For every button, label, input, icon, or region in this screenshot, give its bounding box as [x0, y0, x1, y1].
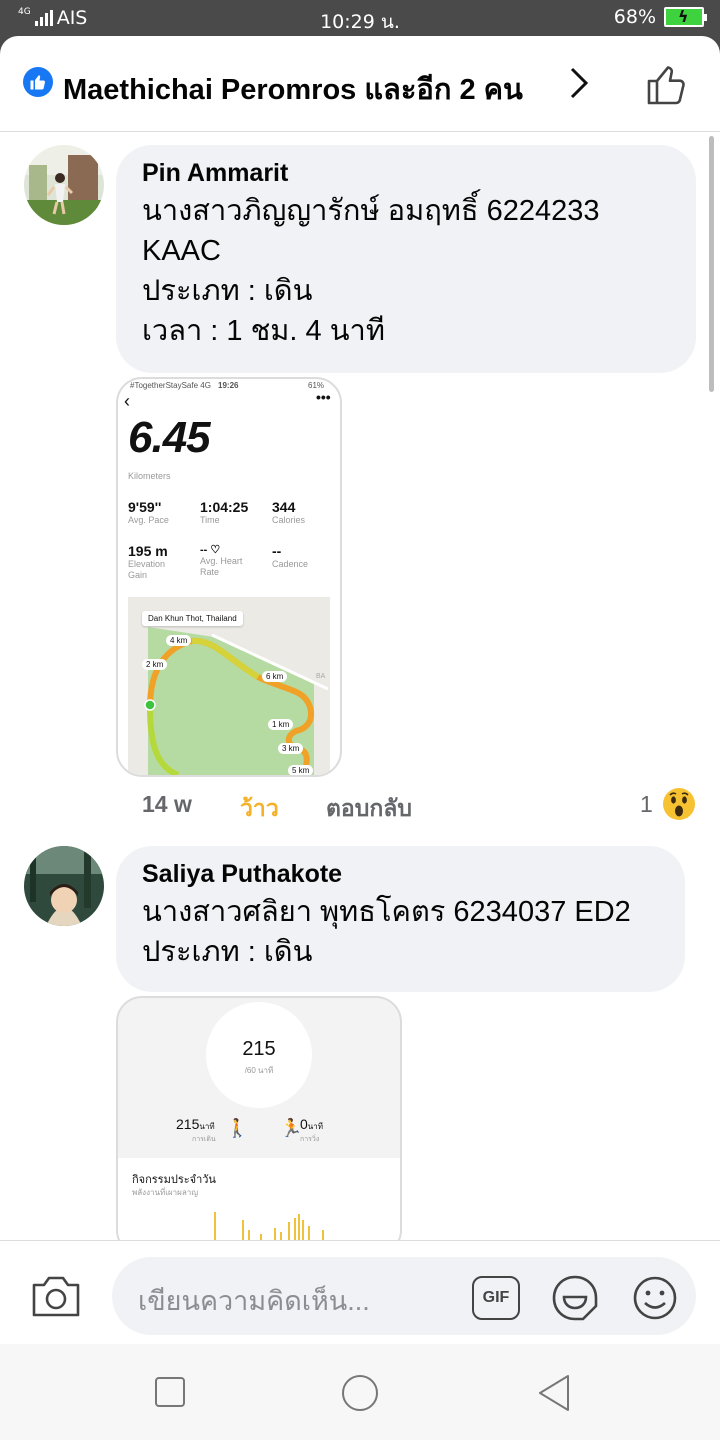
distance-unit: Kilometers: [128, 471, 171, 481]
activity-bars: [214, 1212, 324, 1242]
comment-bubble: Pin Ammarit นางสาวภิญญารักษ์ อมฤทธิ์ 622…: [116, 145, 696, 373]
battery-percent: 68%: [613, 6, 656, 28]
like-button[interactable]: [646, 62, 690, 106]
km-marker: 3 km: [278, 743, 304, 754]
stat-time: 1:04:25 Time: [200, 499, 249, 525]
km-marker: 4 km: [166, 635, 192, 646]
comment-time[interactable]: 14 w: [142, 791, 192, 818]
comment-author[interactable]: Pin Ammarit: [142, 159, 670, 188]
comment-input[interactable]: เขียนความคิดเห็น... GIF: [112, 1257, 696, 1335]
stat-elevation: 195 m Elevation Gain: [128, 543, 168, 580]
activity-total: 215: [242, 1038, 276, 1060]
comment-text-line: ประเภท : เดิน: [142, 936, 313, 968]
km-marker: 5 km: [288, 765, 314, 775]
recent-apps-button[interactable]: [154, 1376, 186, 1408]
avatar[interactable]: [24, 846, 104, 926]
status-bar: 4G AIS 10:29 น. 68% ϟ: [0, 0, 720, 36]
daily-sub: พลังงานที่เผาผลาญ: [132, 1188, 199, 1197]
run-label: การวิ่ง: [300, 1136, 320, 1143]
reactors-title[interactable]: Maethichai Peromros และอีก 2 คน: [63, 66, 523, 112]
reaction-label[interactable]: ว้าว: [240, 791, 279, 827]
map-location-label: Dan Khun Thot, Thailand: [142, 611, 243, 626]
reply-button[interactable]: ตอบกลับ: [326, 791, 412, 827]
run-stat: 0นาที: [300, 1116, 324, 1132]
emoji-icon[interactable]: [632, 1275, 678, 1321]
reactions-header[interactable]: Maethichai Peromros และอีก 2 คน: [0, 36, 720, 132]
comment-text-line: ประเภท : เดิน: [142, 275, 313, 307]
home-button[interactable]: [341, 1374, 379, 1412]
gif-button[interactable]: GIF: [472, 1276, 520, 1320]
stat-heart-rate: -- ♡ Avg. Heart Rate: [200, 544, 243, 577]
screenshot-status-time: 19:26: [218, 381, 239, 390]
wow-reaction-icon[interactable]: [662, 787, 696, 821]
comment-text-line: นางสาวภิญญารักษ์ อมฤทธิ์ 6224233: [142, 195, 600, 227]
chevron-right-icon[interactable]: [566, 66, 592, 100]
avatar[interactable]: [24, 145, 104, 225]
like-reaction-icon: [23, 67, 53, 97]
reaction-count[interactable]: 1: [640, 791, 653, 818]
comment-text-line: นางสาวศลิยา พุทธโคตร 6234037 ED2: [142, 896, 631, 928]
comments-sheet: Maethichai Peromros และอีก 2 คน Pin Amma…: [0, 36, 720, 1440]
activity-screenshot[interactable]: 215 /60 นาที 215นาที การเดิน 🚶 🏃 0นาที ก…: [116, 996, 402, 1256]
screenshot-status-left: #TogetherStaySafe 4G: [130, 381, 211, 390]
walk-stat: 215นาที: [176, 1116, 215, 1132]
battery-icon: ϟ: [664, 7, 707, 27]
map-edge-text: BA: [316, 673, 326, 680]
back-icon: ‹: [124, 391, 130, 411]
back-button[interactable]: [536, 1374, 572, 1412]
sticker-icon[interactable]: [550, 1273, 600, 1323]
scrollbar[interactable]: [709, 136, 714, 392]
comment-composer: เขียนความคิดเห็น... GIF: [0, 1240, 720, 1344]
status-time: 10:29 น.: [320, 11, 400, 33]
stat-calories: 344 Calories: [272, 499, 306, 525]
distance-value: 6.45: [128, 413, 211, 462]
stat-cadence: -- Cadence: [272, 543, 309, 569]
stat-avg-pace: 9'59'' Avg. Pace: [128, 499, 169, 525]
comment-author[interactable]: Saliya Puthakote: [142, 860, 659, 889]
comment-text-line: เวลา : 1 ชม. 4 นาที: [142, 315, 385, 347]
comment-input-placeholder: เขียนความคิดเห็น...: [138, 1286, 370, 1316]
workout-screenshot[interactable]: #TogetherStaySafe 4G 19:26 61% ‹ ••• 6.4…: [116, 377, 342, 777]
more-icon: •••: [316, 389, 331, 405]
km-marker: 1 km: [268, 719, 294, 730]
km-marker: 6 km: [262, 671, 288, 682]
walking-icon: 🚶: [226, 1118, 249, 1138]
km-marker: 2 km: [142, 659, 168, 670]
comment-text-line: KAAC: [142, 235, 221, 267]
activity-total-sub: /60 นาที: [244, 1066, 274, 1075]
walk-label: การเดิน: [192, 1136, 216, 1143]
comment-bubble: Saliya Puthakote นางสาวศลิยา พุทธโคตร 62…: [116, 846, 685, 992]
system-navigation-bar: [0, 1344, 720, 1440]
camera-icon[interactable]: [30, 1273, 82, 1319]
